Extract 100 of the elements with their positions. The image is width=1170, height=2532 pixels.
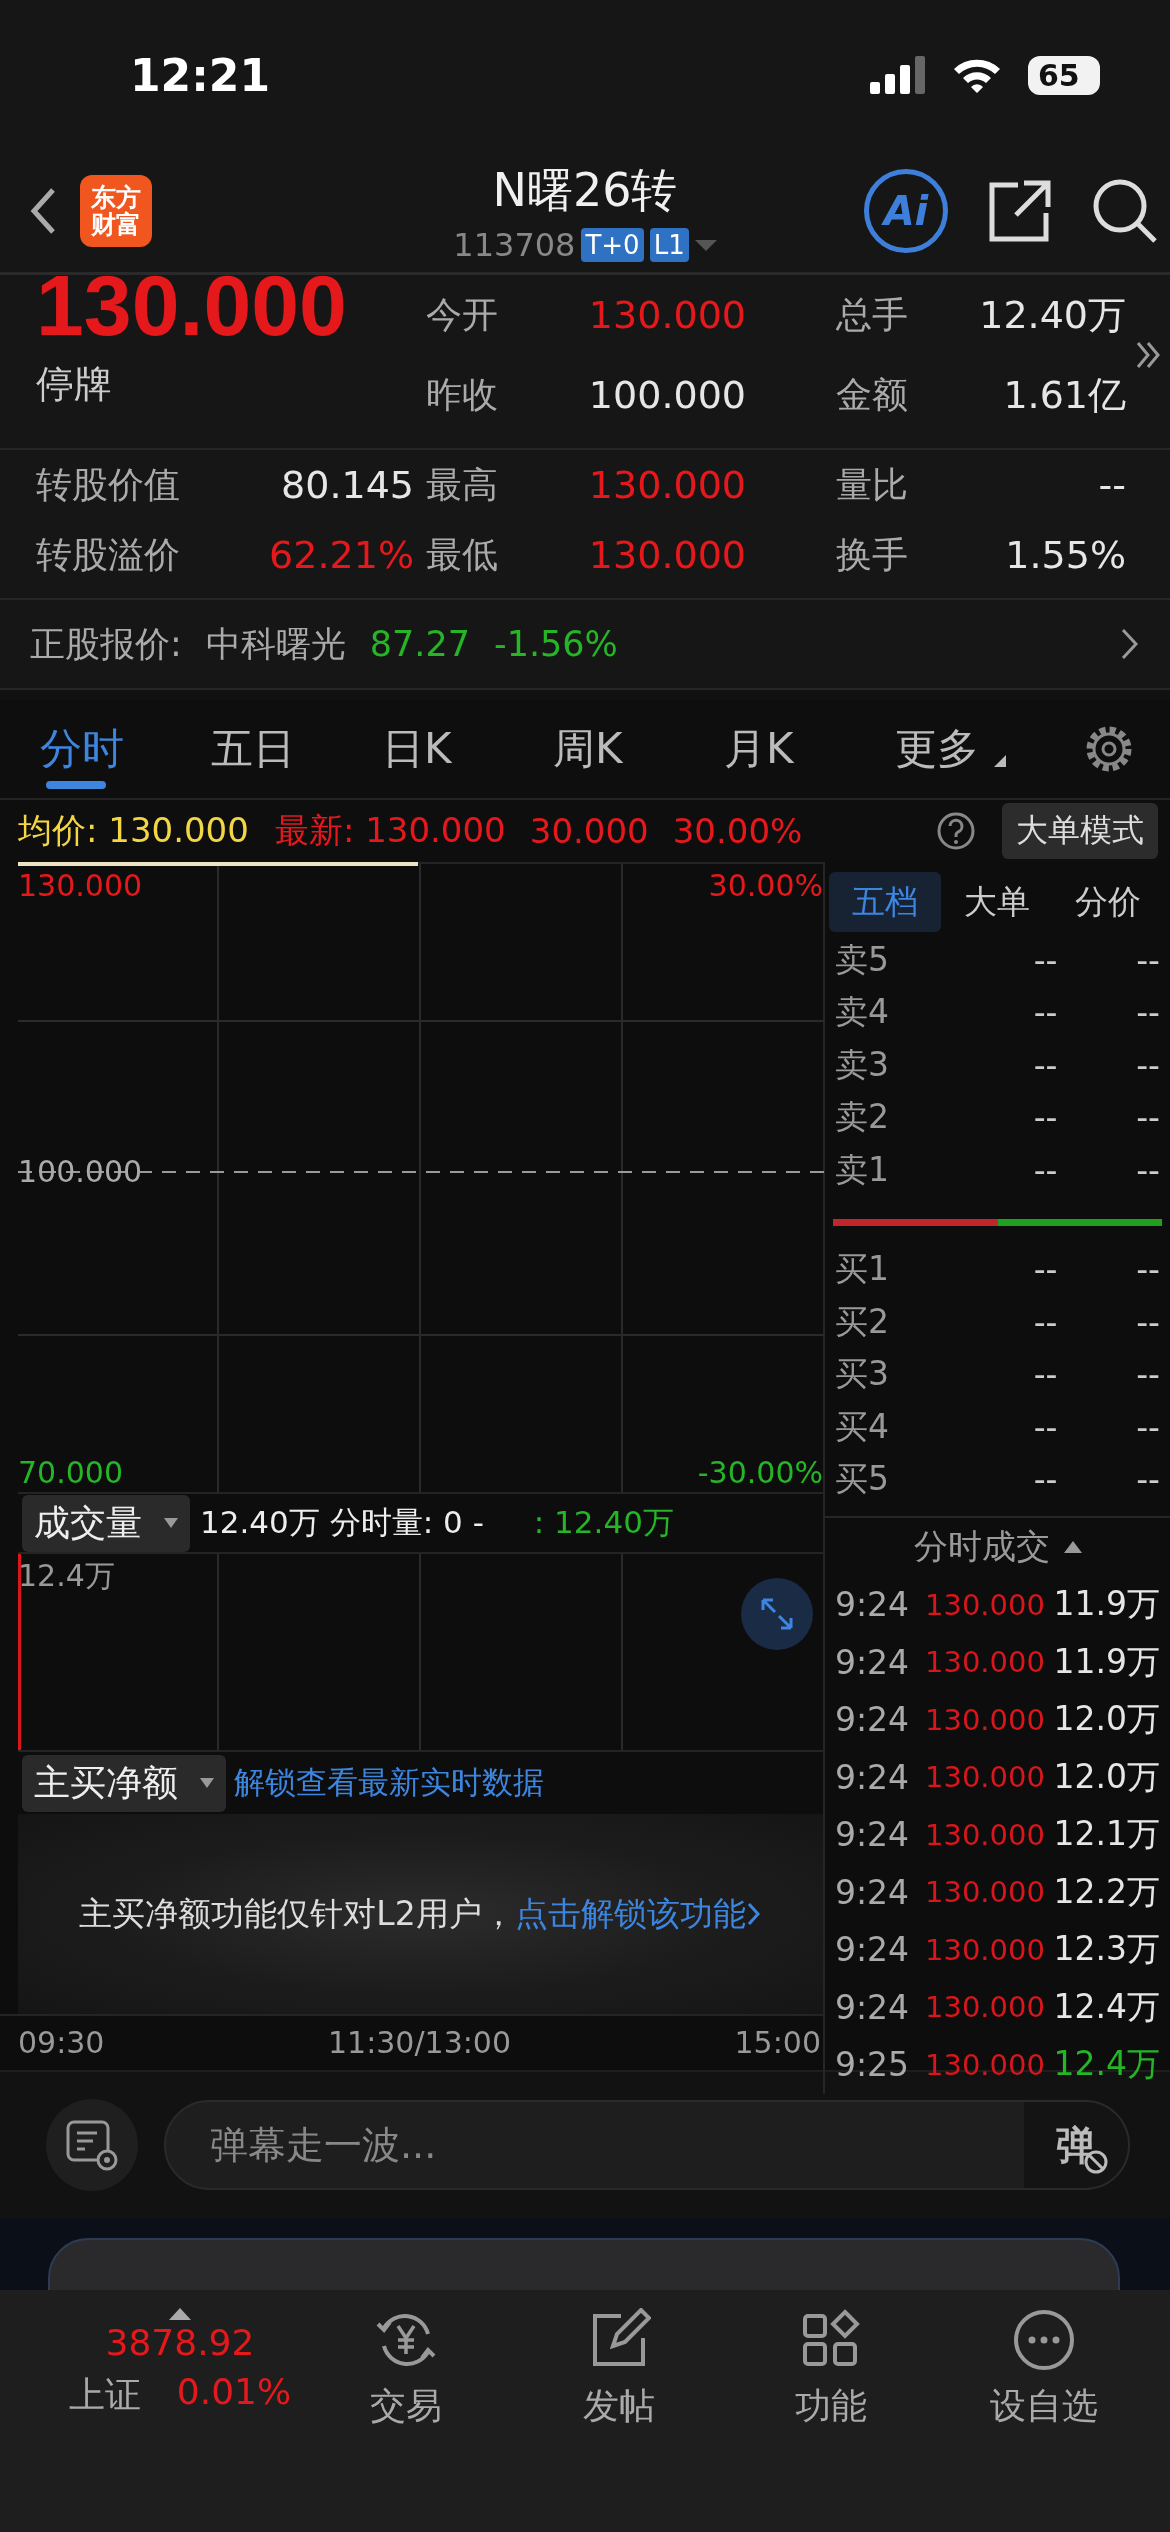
level-volume: --	[1135, 1302, 1160, 1342]
stat-label: 转股溢价	[36, 532, 181, 577]
trade-price: 130.000	[925, 1875, 1045, 1910]
nav-item[interactable]: 设自选	[937, 2308, 1150, 2532]
nav-item[interactable]: 交易	[300, 2308, 513, 2532]
percent-change: 30.00%	[672, 811, 803, 851]
order-book-tab[interactable]: 大单	[940, 872, 1053, 932]
level-label: 买3	[835, 1353, 890, 1396]
trade-price: 130.000	[925, 1645, 1045, 1680]
trade-volume: 12.0万	[1052, 1755, 1160, 1798]
signal-icon	[870, 56, 926, 94]
level-price: --	[1032, 1407, 1058, 1447]
time-label: 09:30	[18, 2024, 105, 2060]
unlock-link[interactable]: 解锁查看最新实时数据	[234, 1762, 544, 1804]
expand-icon[interactable]	[1136, 340, 1160, 370]
order-book-tab[interactable]: 分价	[1052, 872, 1164, 932]
index-change: 0.01%	[176, 2371, 292, 2414]
trade-time: 9:24	[835, 1987, 911, 2027]
level-volume: --	[1135, 1045, 1160, 1085]
chevron-right-icon[interactable]	[1120, 627, 1140, 661]
order-mode-button[interactable]: 大单模式	[1002, 803, 1158, 859]
level-price: --	[1032, 1460, 1058, 1500]
volume-total: 12.40万	[200, 1503, 320, 1542]
trade-volume: 12.4万	[1052, 2043, 1160, 2086]
chart-tab[interactable]: 周K	[553, 699, 724, 799]
level-price: --	[1032, 940, 1058, 980]
level-label: 卖2	[835, 1096, 890, 1139]
stat-label: 转股价值	[36, 462, 181, 507]
index-name: 上证	[68, 2373, 141, 2417]
trading-status: 停牌	[36, 361, 113, 408]
level-label: 卖5	[835, 938, 890, 981]
nav-item[interactable]: 功能	[725, 2308, 938, 2532]
app-logo: 东方财富	[80, 175, 152, 247]
trades-title[interactable]: 分时成交	[913, 1524, 1050, 1570]
share-icon[interactable]	[988, 179, 1052, 243]
trade-time: 9:24	[835, 1585, 911, 1625]
chart-tab[interactable]: 日K	[382, 699, 553, 799]
time-label: 11:30/13:00	[328, 2024, 511, 2060]
indicator-dropdown[interactable]: 成交量	[22, 1494, 190, 1552]
volume-value: : 12.40万	[533, 1503, 674, 1542]
level-label: 买2	[835, 1300, 890, 1343]
level-price: --	[1032, 1355, 1058, 1395]
time-label: 15:00	[734, 2024, 821, 2060]
search-icon[interactable]	[1092, 178, 1158, 244]
chart-tab[interactable]: 月K	[724, 699, 895, 799]
underlying-label: 正股报价:	[30, 622, 182, 666]
sort-icon[interactable]	[1063, 1541, 1082, 1553]
indicator-dropdown[interactable]: 主买净额	[22, 1754, 226, 1812]
nav-item[interactable]: 发帖	[512, 2308, 725, 2532]
comment-field[interactable]: 弹幕走一波... 弹	[164, 2100, 1130, 2190]
market-badge: L1	[649, 228, 689, 262]
stat-value: 130.000	[587, 533, 746, 577]
stat-label: 昨收	[426, 372, 499, 417]
help-icon[interactable]	[936, 811, 976, 851]
dropdown-icon[interactable]	[694, 238, 717, 252]
back-icon[interactable]	[28, 186, 58, 236]
level-label: 卖4	[835, 991, 890, 1034]
trade-price: 130.000	[925, 1760, 1045, 1795]
stat-value: 1.55%	[1004, 533, 1126, 577]
stat-value: --	[1097, 463, 1126, 507]
level-price: --	[1032, 993, 1058, 1033]
level-label: 买5	[835, 1458, 890, 1501]
fullscreen-button[interactable]	[741, 1578, 813, 1650]
danmaku-toggle[interactable]: 弹	[1024, 2102, 1128, 2188]
battery-level: 65	[1028, 55, 1100, 95]
stat-value: 80.145	[280, 463, 414, 507]
settings-icon[interactable]	[1084, 724, 1134, 774]
stat-value: 62.21%	[268, 533, 414, 577]
stat-label: 今开	[426, 292, 499, 337]
level-price: --	[1032, 1098, 1058, 1138]
ai-button[interactable]: Ai	[864, 169, 948, 253]
trade-volume: 12.0万	[1052, 1698, 1160, 1741]
axis-label: 30.00%	[708, 868, 823, 903]
dropdown-icon	[994, 755, 1006, 767]
chart-tab[interactable]: 更多	[895, 699, 1066, 799]
stat-value: 100.000	[587, 373, 746, 417]
trade-price: 130.000	[925, 1932, 1045, 1967]
axis-label: 70.000	[18, 1455, 123, 1490]
axis-label: -30.00%	[697, 1455, 823, 1490]
document-settings-icon	[65, 2118, 119, 2172]
unlock-feature-link[interactable]: 点击解锁该功能	[514, 1891, 746, 1937]
index-value: 3878.92	[105, 2322, 255, 2363]
level-label: 卖3	[835, 1043, 890, 1086]
level-volume: --	[1135, 993, 1160, 1033]
chevron-right-icon[interactable]	[745, 1900, 762, 1928]
level-price: --	[1032, 1045, 1058, 1085]
caret-icon	[164, 1518, 178, 1528]
chart-tab[interactable]: 分时	[40, 699, 211, 799]
level-label: 买4	[835, 1405, 890, 1448]
expand-up-icon[interactable]	[169, 2308, 191, 2320]
axis-label: 100.000	[18, 1154, 143, 1189]
level-volume: --	[1135, 940, 1160, 980]
order-book-tab[interactable]: 五档	[829, 872, 941, 932]
stat-value: 1.61亿	[1002, 371, 1126, 419]
axis-label: 130.000	[18, 868, 143, 903]
trade-price: 130.000	[925, 1817, 1045, 1852]
trade-time: 9:24	[835, 1700, 911, 1740]
trade-time: 9:25	[835, 2045, 911, 2085]
chart-tab[interactable]: 五日	[211, 699, 382, 799]
underlying-name[interactable]: 中科曙光	[205, 620, 346, 668]
